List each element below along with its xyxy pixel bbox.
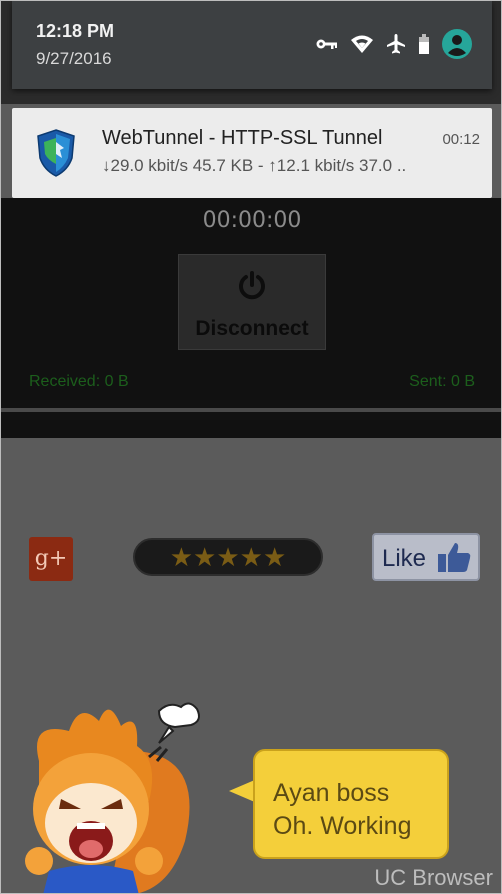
google-plus-label: g+ — [34, 546, 68, 571]
notification-time: 00:12 — [442, 131, 480, 148]
notification-shade: 12:18 PM 9/27/2016 — [1, 1, 501, 104]
screen: 12:18 PM 9/27/2016 WebTunnel - HTTP-SSL … — [0, 0, 502, 894]
vpn-key-icon — [316, 37, 338, 56]
app-panel: 00:00:00 Disconnect Received: 0 B Sent: … — [1, 198, 501, 438]
received-counter: Received: 0 B — [29, 373, 129, 390]
vpn-notification[interactable]: WebTunnel - HTTP-SSL Tunnel 00:12 ↓29.0 … — [12, 108, 492, 198]
wifi-icon — [350, 34, 374, 59]
thumbs-up-icon — [436, 539, 472, 575]
divider — [1, 408, 501, 412]
status-card: 12:18 PM 9/27/2016 — [12, 1, 492, 89]
shield-app-icon — [34, 128, 78, 178]
clock-date: 9/27/2016 — [36, 49, 112, 68]
power-icon — [236, 270, 268, 307]
battery-icon — [418, 34, 430, 59]
account-icon[interactable] — [442, 29, 472, 64]
system-icons — [316, 29, 472, 64]
bubble-line-2: Oh. Working — [273, 812, 412, 840]
airplane-mode-icon — [386, 33, 406, 60]
clock-time: 12:18 PM — [36, 21, 115, 41]
disconnect-button[interactable]: Disconnect — [178, 254, 326, 350]
rating-stars[interactable]: ★★★★★ — [133, 538, 323, 576]
notification-body: ↓29.0 kbit/s 45.7 KB - ↑12.1 kbit/s 37.0… — [102, 156, 407, 175]
notification-title: WebTunnel - HTTP-SSL Tunnel — [102, 127, 383, 149]
speech-bubble-text: Ayan boss Oh. Working — [273, 777, 411, 843]
bubble-line-1: Ayan boss — [273, 779, 390, 807]
squirrel-mascot-image — [9, 691, 209, 893]
rating-stars-text: ★★★★★ — [169, 541, 287, 572]
disconnect-label: Disconnect — [195, 317, 309, 340]
like-button[interactable]: Like — [372, 533, 480, 581]
like-label: Like — [382, 545, 427, 572]
uc-browser-watermark: UC Browser — [374, 865, 493, 890]
connection-timer: 00:00:00 — [202, 208, 302, 233]
google-plus-button[interactable]: g+ — [29, 537, 73, 581]
sent-counter: Sent: 0 B — [409, 373, 475, 390]
speech-bubble: Ayan boss Oh. Working — [253, 749, 449, 859]
